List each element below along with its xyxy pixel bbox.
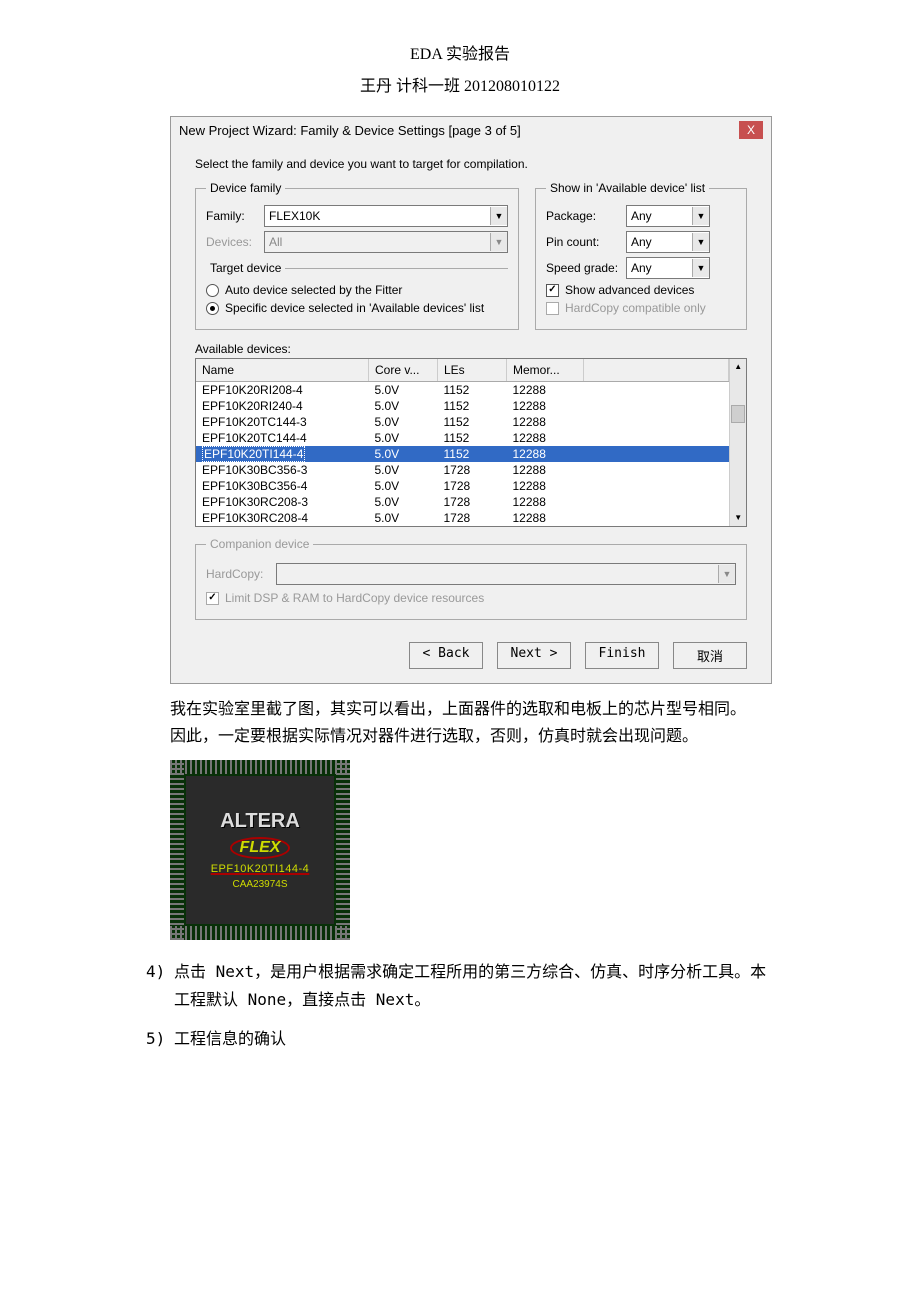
close-icon[interactable]: X [739, 121, 763, 139]
next-button[interactable]: Next > [497, 642, 571, 669]
devices-combo: All ▼ [264, 231, 508, 253]
speed-combo[interactable]: Any ▼ [626, 257, 710, 279]
instruction-text: Select the family and device you want to… [195, 157, 747, 171]
pincount-label: Pin count: [546, 235, 626, 249]
scrollbar[interactable]: ▲ ▼ [729, 359, 746, 526]
table-row[interactable]: EPF10K20TC144-45.0V115212288 [196, 430, 729, 446]
radio-auto[interactable] [206, 284, 219, 297]
speed-value: Any [627, 261, 692, 275]
paragraph-1: 我在实验室里截了图，其实可以看出，上面器件的选取和电板上的芯片型号相同。因此，一… [170, 696, 750, 750]
family-label: Family: [206, 209, 264, 223]
companion-legend: Companion device [206, 537, 313, 551]
step-5-text: 工程信息的确认 [174, 1025, 780, 1052]
pincount-value: Any [627, 235, 692, 249]
chip-flex-logo: FLEX [230, 837, 291, 859]
hardcopy-only-label: HardCopy compatible only [565, 301, 706, 315]
col-blank [584, 359, 729, 382]
chip-part-number: EPF10K20TI144-4 [211, 863, 310, 875]
devices-label: Devices: [206, 235, 264, 249]
family-combo[interactable]: FLEX10K ▼ [264, 205, 508, 227]
show-in-group: Show in 'Available device' list Package:… [535, 181, 747, 330]
scroll-down-icon[interactable]: ▼ [730, 510, 746, 526]
target-device-legend: Target device [206, 261, 285, 275]
devices-value: All [265, 235, 490, 249]
scroll-up-icon[interactable]: ▲ [730, 359, 746, 375]
hardcopy-combo: ▼ [276, 563, 736, 585]
page-subheader: 王丹 计科一班 201208010122 [140, 72, 780, 96]
col-core[interactable]: Core v... [369, 359, 438, 382]
col-memory[interactable]: Memor... [507, 359, 584, 382]
package-value: Any [627, 209, 692, 223]
pincount-combo[interactable]: Any ▼ [626, 231, 710, 253]
page-header: EDA 实验报告 [140, 40, 780, 64]
step-4-num: 4) [146, 958, 174, 1012]
table-row[interactable]: EPF10K20RI240-45.0V115212288 [196, 398, 729, 414]
cancel-button[interactable]: 取消 [673, 642, 747, 669]
limit-dsp-label: Limit DSP & RAM to HardCopy device resou… [225, 591, 484, 605]
show-in-legend: Show in 'Available device' list [546, 181, 709, 195]
companion-group: Companion device HardCopy: ▼ Limit DSP &… [195, 537, 747, 620]
devices-table[interactable]: Name Core v... LEs Memor... EPF10K20RI20… [196, 359, 729, 526]
limit-dsp-checkbox [206, 592, 219, 605]
chip-brand: ALTERA [220, 810, 300, 833]
chevron-down-icon[interactable]: ▼ [692, 259, 709, 277]
finish-button[interactable]: Finish [585, 642, 659, 669]
device-family-group: Device family Family: FLEX10K ▼ Devices:… [195, 181, 519, 330]
table-row[interactable]: EPF10K30BC356-35.0V172812288 [196, 462, 729, 478]
chevron-down-icon[interactable]: ▼ [692, 233, 709, 251]
titlebar: New Project Wizard: Family & Device Sett… [171, 117, 771, 143]
step-4-text: 点击 Next，是用户根据需求确定工程所用的第三方综合、仿真、时序分析工具。本工… [174, 958, 780, 1012]
table-row[interactable]: EPF10K20TI144-45.0V115212288 [196, 446, 729, 462]
button-row: < Back Next > Finish 取消 [171, 632, 771, 683]
wizard-dialog: New Project Wizard: Family & Device Sett… [170, 116, 772, 684]
table-row[interactable]: EPF10K30BC356-45.0V172812288 [196, 478, 729, 494]
show-advanced-checkbox[interactable] [546, 284, 559, 297]
step-4: 4) 点击 Next，是用户根据需求确定工程所用的第三方综合、仿真、时序分析工具… [146, 958, 780, 1012]
radio-specific[interactable] [206, 302, 219, 315]
hardcopy-only-checkbox [546, 302, 559, 315]
back-button[interactable]: < Back [409, 642, 483, 669]
col-les[interactable]: LEs [438, 359, 507, 382]
chip-photo: ALTERA FLEX EPF10K20TI144-4 CAA23974S [170, 760, 350, 940]
chevron-down-icon: ▼ [490, 233, 507, 251]
scroll-thumb[interactable] [731, 405, 745, 423]
chevron-down-icon: ▼ [718, 565, 735, 583]
speed-label: Speed grade: [546, 261, 626, 275]
hardcopy-label: HardCopy: [206, 567, 276, 581]
package-combo[interactable]: Any ▼ [626, 205, 710, 227]
chip-code: CAA23974S [232, 879, 287, 890]
step-5-num: 5) [146, 1025, 174, 1052]
col-name[interactable]: Name [196, 359, 369, 382]
table-row[interactable]: EPF10K20TC144-35.0V115212288 [196, 414, 729, 430]
radio-auto-label: Auto device selected by the Fitter [225, 283, 402, 297]
chevron-down-icon[interactable]: ▼ [692, 207, 709, 225]
show-advanced-label: Show advanced devices [565, 283, 694, 297]
table-row[interactable]: EPF10K20RI208-45.0V115212288 [196, 382, 729, 399]
package-label: Package: [546, 209, 626, 223]
target-device-group: Target device Auto device selected by th… [206, 261, 508, 319]
table-row[interactable]: EPF10K30RC208-45.0V172812288 [196, 510, 729, 526]
radio-specific-label: Specific device selected in 'Available d… [225, 301, 484, 315]
devices-table-wrap: Name Core v... LEs Memor... EPF10K20RI20… [195, 358, 747, 527]
step-5: 5) 工程信息的确认 [146, 1025, 780, 1052]
scroll-track[interactable] [730, 375, 746, 510]
chevron-down-icon[interactable]: ▼ [490, 207, 507, 225]
family-value: FLEX10K [265, 209, 490, 223]
available-devices-label: Available devices: [195, 342, 747, 356]
table-row[interactable]: EPF10K30RC208-35.0V172812288 [196, 494, 729, 510]
device-family-legend: Device family [206, 181, 285, 195]
titlebar-text: New Project Wizard: Family & Device Sett… [179, 123, 739, 138]
